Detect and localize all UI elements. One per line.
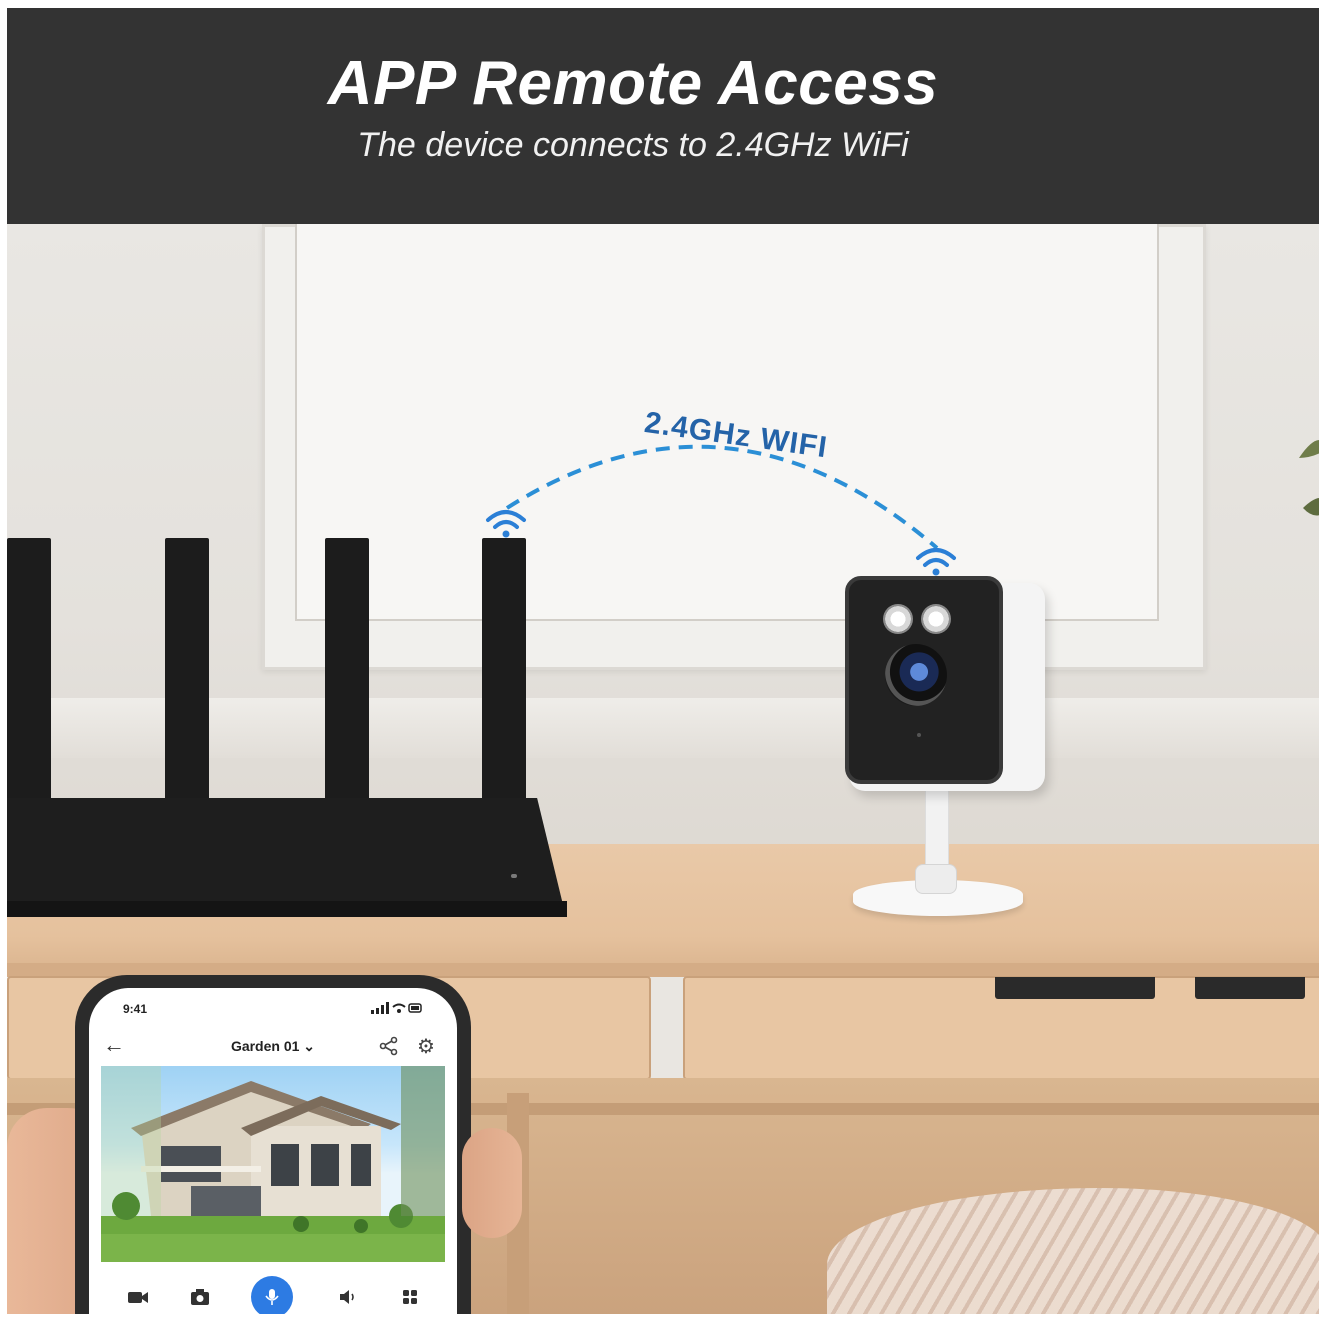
drawer-handle — [995, 977, 1155, 999]
product-image: 2.4GHz WIFI 9:41 ← Garden 01 ⌄ ⚙ APP Rem… — [7, 8, 1319, 1314]
wifi-icon — [916, 548, 956, 576]
share-icon[interactable] — [379, 1036, 399, 1056]
banner-title: APP Remote Access — [327, 49, 939, 118]
camera-light — [883, 604, 913, 634]
house-image — [101, 1066, 445, 1262]
router-led — [511, 874, 517, 878]
camera-name: Garden 01 — [230, 1038, 300, 1054]
status-icons — [371, 1002, 423, 1017]
camera-name-selector[interactable]: Garden 01 ⌄ — [89, 1038, 457, 1055]
wifi-icon — [486, 510, 526, 538]
microphone-button[interactable] — [251, 1276, 293, 1314]
camera-joint — [915, 864, 957, 894]
drawer-handle — [1195, 977, 1305, 999]
status-time: 9:41 — [123, 1002, 148, 1016]
live-video-feed[interactable] — [101, 1066, 445, 1262]
signal-icon — [371, 1002, 422, 1014]
camera-light — [921, 604, 951, 634]
banner-subtitle: The device connects to 2.4GHz WiFi — [357, 126, 909, 164]
camera-icon[interactable] — [185, 1282, 215, 1312]
gear-icon[interactable]: ⚙ — [417, 1034, 435, 1059]
camera-lens — [885, 644, 947, 706]
speaker-icon[interactable] — [333, 1282, 363, 1312]
grid-icon[interactable] — [395, 1282, 425, 1312]
router-base — [7, 901, 567, 917]
thumb — [462, 1128, 522, 1238]
header-banner: APP Remote Access The device connects to… — [7, 8, 1319, 224]
app-toolbar — [89, 1268, 457, 1314]
video-icon[interactable] — [123, 1282, 153, 1312]
camera-mic-hole — [917, 733, 921, 737]
microphone-icon — [265, 1289, 279, 1305]
router-body — [7, 798, 565, 913]
app-screen: 9:41 ← Garden 01 ⌄ ⚙ — [89, 988, 457, 1314]
